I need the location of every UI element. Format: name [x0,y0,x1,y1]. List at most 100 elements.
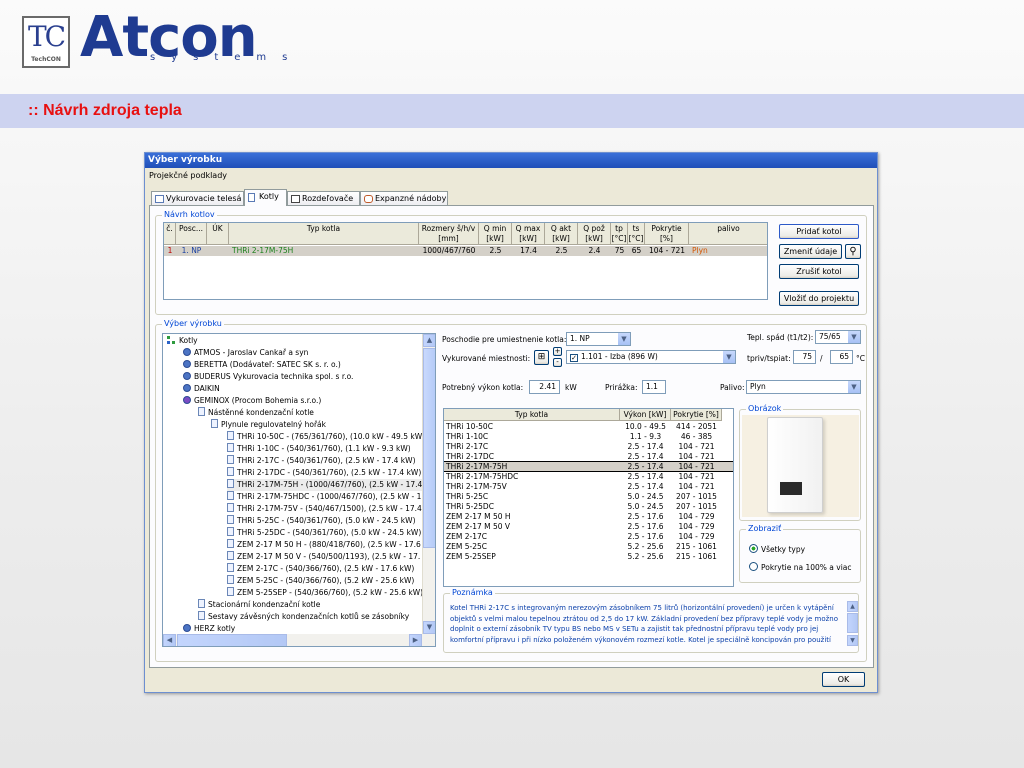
tree-model[interactable]: ZEM 2-17 M 50 V - (540/500/1193), (2.5 k… [227,551,420,563]
table-row[interactable]: THRi 2-17M-75V 2.5 - 17.4 104 - 721 [444,482,733,491]
tree-model[interactable]: THRi 2-17M-75HDC - (1000/467/760), (2.5 … [227,491,421,503]
table-row[interactable]: THRi 2-17C 2.5 - 17.4 104 - 721 [444,442,733,451]
tree-hscroll[interactable]: ◀ ▶ [163,634,435,646]
flow-label: tpriv/tspiat: [747,354,791,363]
radio-checked[interactable] [749,544,758,553]
table-row[interactable]: ZEM 2-17 M 50 H 2.5 - 17.6 104 - 729 [444,512,733,521]
tree-model[interactable]: THRi 2-17M-75V - (540/467/1500), (2.5 kW… [227,503,422,515]
table-row[interactable]: THRi 5-25DC 5.0 - 24.5 207 - 1015 [444,502,733,511]
tree-model[interactable]: ZEM 2-17C - (540/366/760), (2.5 kW - 17.… [227,563,414,575]
radio-unchecked[interactable] [749,562,758,571]
table-row[interactable]: THRi 2-17M-75HDC 2.5 - 17.4 104 - 721 [444,472,733,481]
table-row[interactable]: THRi 1-10C 1.1 - 9.3 46 - 385 [444,432,733,441]
scroll-thumb[interactable] [423,348,435,548]
scroll-arrow-icon[interactable]: ▼ [847,635,858,646]
tree-vscroll[interactable]: ▲ ▼ [422,334,435,634]
room-value: 1.101 - Izba (896 W) [581,352,658,361]
power-input[interactable]: 2.41 [529,380,560,394]
radio-all-types[interactable]: Všetky typy [749,544,805,555]
table-row[interactable]: THRi 5-25C 5.0 - 24.5 207 - 1015 [444,492,733,501]
spin-icon[interactable]: + [553,347,562,356]
tree-manufacturer[interactable]: GEMINOX (Procom Bohemia s.r.o.) [183,395,321,407]
table-row[interactable]: ZEM 2-17C 2.5 - 17.6 104 - 729 [444,532,733,541]
tree-model[interactable]: THRi 5-25DC - (540/361/760), (5.0 kW - 2… [227,527,421,539]
col-header[interactable]: Typ kotla [444,409,620,421]
room-add-icon[interactable]: ⊞ [534,350,549,365]
tree-category[interactable]: Sestavy závěsných kondenzačních kotlů se… [198,611,409,623]
insert-into-project-button[interactable]: Vložiť do projektu [779,291,859,306]
scroll-arrow-icon[interactable]: ◀ [163,634,176,646]
tree-root[interactable]: Kotly [167,335,198,347]
change-data-button[interactable]: Zmeniť údaje [779,244,842,259]
fuel-select[interactable]: Plyn ▼ [746,380,861,394]
spin-icon[interactable]: - [553,358,562,367]
tree-model[interactable]: ZEM 5-25C - (540/366/760), (5.2 kW - 25.… [227,575,414,587]
design-table[interactable]: č. Posc... ÚK Typ kotla Rozmery š/h/v [m… [163,222,768,300]
col-header[interactable]: Q akt [kW] [545,223,578,245]
boiler-type-table[interactable]: Typ kotla Výkon [kW] Pokrytie [%] THRi 1… [443,408,734,587]
ok-button[interactable]: OK [822,672,865,687]
add-boiler-button[interactable]: Pridať kotol [779,224,859,239]
tree-model[interactable]: THRi 5-25C - (540/361/760), (5.0 kW - 24… [227,515,416,527]
col-header[interactable]: Pokrytie [%] [645,223,689,245]
col-header[interactable]: ÚK [207,223,229,245]
tree-manufacturer[interactable]: BERETTA (Dodávateľ: SATEC SK s. r. o.) [183,359,341,371]
tree-category[interactable]: Nástěnné kondenzační kotle [198,407,314,419]
search-icon[interactable]: ⚲ [845,244,861,259]
col-header[interactable]: ts [°C] [628,223,645,245]
menu-projekcne-podklady[interactable]: Projekčné podklady [145,168,877,184]
rooms-select[interactable]: ✓ 1.101 - Izba (896 W) ▼ [566,350,736,364]
floor-select[interactable]: 1. NP ▼ [566,332,631,346]
tree-model[interactable]: ZEM 5-25SEP - (540/366/760), (5.2 kW - 2… [227,587,423,599]
tree-category[interactable]: Stacionární kondenzační kotle [198,599,320,611]
return-temp-input[interactable]: 65 [830,350,853,364]
tree-subcategory[interactable]: Plynule regulovatelný hořák [211,419,326,431]
col-header[interactable]: Q max [kW] [512,223,545,245]
scroll-thumb[interactable] [177,634,287,646]
tab-label: Rozdeľovače [302,194,354,203]
flow-temp-input[interactable]: 75 [793,350,816,364]
scroll-thumb[interactable] [847,613,858,633]
tree-label: Kotly [179,336,198,345]
scroll-arrow-icon[interactable]: ▲ [423,334,435,347]
col-header[interactable]: Posc... [176,223,207,245]
coverage-cell: 104 - 721 [678,482,715,491]
table-row[interactable]: ZEM 5-25SEP 5.2 - 25.6 215 - 1061 [444,552,733,561]
scroll-arrow-icon[interactable]: ▶ [409,634,422,646]
tab-kotly[interactable]: Kotly [244,189,287,206]
table-row-selected[interactable]: THRi 2-17M-75H 2.5 - 17.4 104 - 721 [444,461,733,472]
tree-model[interactable]: THRi 2-17C - (540/361/760), (2.5 kW - 17… [227,455,416,467]
tab-rozdelovace[interactable]: Rozdeľovače [287,191,360,206]
scroll-arrow-icon[interactable]: ▲ [847,601,858,612]
tab-expanzne-nadoby[interactable]: Expanzné nádoby [360,191,448,206]
radio-full-coverage[interactable]: Pokrytie na 100% a viac [749,562,852,573]
temp-select[interactable]: 75/65 ▼ [815,330,861,344]
tree-model-selected[interactable]: THRi 2-17M-75H - (1000/467/760), (2.5 kW… [227,479,423,491]
tree-model[interactable]: ZEM 2-17 M 50 H - (880/418/760), (2.5 kW… [227,539,421,551]
tree-model[interactable]: THRi 1-10C - (540/361/760), (1.1 kW - 9.… [227,443,411,455]
table-row[interactable]: THRi 2-17DC 2.5 - 17.4 104 - 721 [444,452,733,461]
col-header[interactable]: Rozmery š/h/v [mm] [419,223,479,245]
tree-manufacturer[interactable]: ATMOS - Jaroslav Cankař a syn [183,347,308,359]
col-header[interactable]: č. [164,223,176,245]
table-row[interactable]: ZEM 2-17 M 50 V 2.5 - 17.6 104 - 729 [444,522,733,531]
surcharge-input[interactable]: 1.1 [642,380,666,394]
boiler-tree[interactable]: Kotly ATMOS - Jaroslav Cankař a syn BERE… [162,333,436,647]
scroll-arrow-icon[interactable]: ▼ [423,621,435,634]
col-header[interactable]: Výkon [kW] [620,409,671,421]
col-header[interactable]: Pokrytie [%] [671,409,722,421]
table-row[interactable]: THRi 10-50C 10.0 - 49.5 414 - 2051 [444,422,733,431]
col-header[interactable]: Q pož [kW] [578,223,611,245]
room-checkbox[interactable]: ✓ [570,354,578,362]
tree-model[interactable]: THRi 10-50C - (765/361/760), (10.0 kW - … [227,431,422,443]
remove-boiler-button[interactable]: Zrušiť kotol [779,264,859,279]
tree-manufacturer[interactable]: BUDERUS Vykurovacia technika spol. s r.o… [183,371,353,383]
table-row[interactable]: ZEM 5-25C 5.2 - 25.6 215 - 1061 [444,542,733,551]
tree-model[interactable]: THRi 2-17DC - (540/361/760), (2.5 kW - 1… [227,467,421,479]
tree-manufacturer[interactable]: DAIKIN [183,383,220,395]
col-header[interactable]: Typ kotla [229,223,419,245]
col-header[interactable]: palivo [689,223,767,245]
col-header[interactable]: Q min [kW] [479,223,512,245]
tab-vykurovacie-telesa[interactable]: Vykurovacie telesá [151,191,244,206]
col-header[interactable]: tp [°C] [611,223,628,245]
